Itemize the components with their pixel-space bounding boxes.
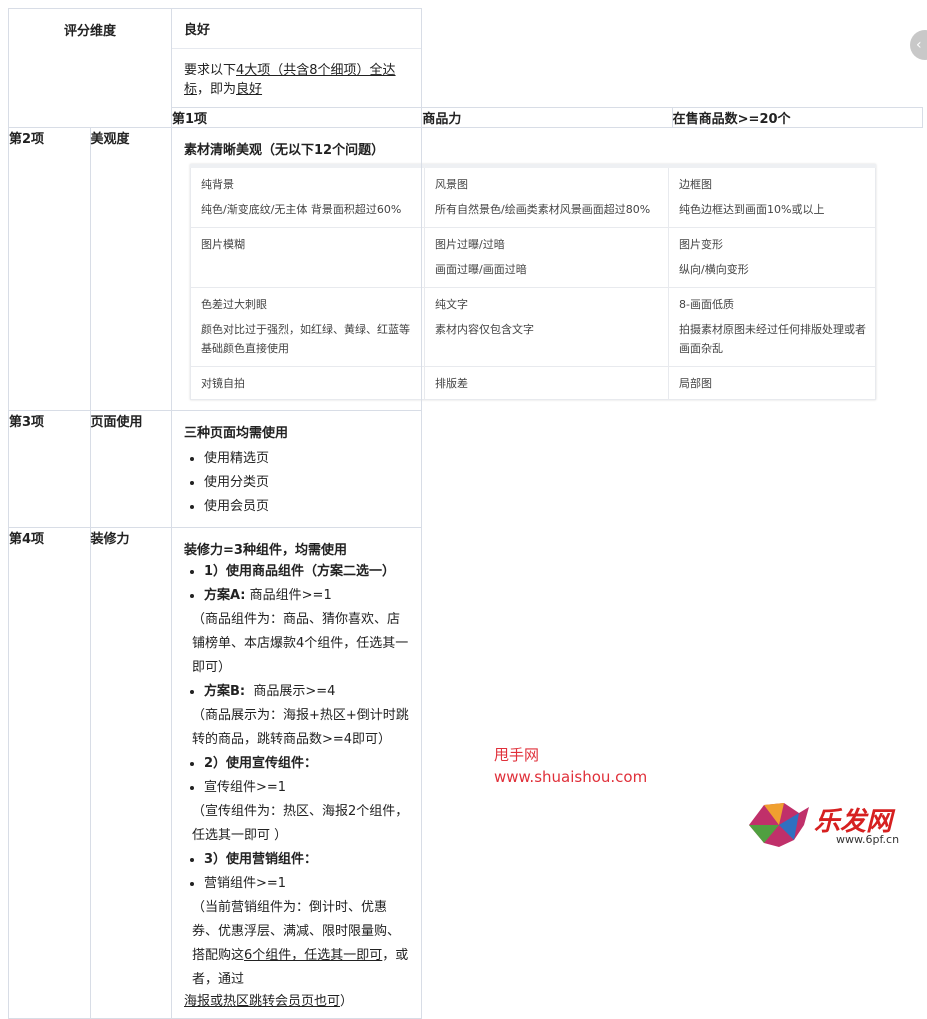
problem-cell: 图片模糊	[190, 227, 425, 288]
marketing-note-cont: 海报或热区跳转会员页也可）	[184, 994, 354, 1009]
list-item: 方案B: 商品展示>=4	[204, 680, 409, 704]
problem-cell: 图片变形 纵向/横向变形	[668, 227, 876, 288]
table-row: 第4项 装修力 装修力=3种组件，均需使用 1）使用商品组件（方案二选一） 方案…	[8, 527, 923, 1019]
header-grade-cell: 良好 要求以下4大项（共含8个细项）全达标，即为良好	[170, 8, 423, 108]
marketing-note: （当前营销组件为：倒计时、优惠券、优惠浮层、满减、限时限量购、搭配购这6个组件，…	[192, 900, 409, 987]
problem-cell: 图片过曝/过暗 画面过曝/画面过暗	[424, 227, 669, 288]
table-row: 第3项 页面使用 三种页面均需使用 使用精选页 使用分类页 使用会员页	[8, 410, 923, 528]
problem-cell: 对镜自拍	[190, 366, 425, 400]
logo-watermark: 乐发网 www.6pf.cn	[744, 795, 919, 853]
row-id: 第2项	[8, 127, 91, 411]
problem-cell: 风景图 所有自然景色/绘画类素材风景画面超过80%	[424, 165, 669, 228]
row-name: 装修力	[89, 527, 172, 1019]
deco-title: 装修力=3种组件，均需使用	[184, 543, 347, 558]
table-row: 第2项 美观度 素材清晰美观（无以下12个问题） 纯背景 纯色/渐变底纹/无主体 …	[8, 127, 923, 411]
list-item: 营销组件>=1	[204, 872, 409, 896]
problem-image-table: 纯背景 纯色/渐变底纹/无主体 背景面积超过60% 风景图 所有自然景色/绘画类素材…	[190, 164, 876, 400]
requirement-text: 要求以下4大项（共含8个细项）全达标，即为良好	[184, 63, 396, 97]
logo-url: www.6pf.cn	[836, 833, 900, 846]
promo-note: （宣传组件为：热区、海报2个组件，任选其一即可 ）	[192, 804, 409, 843]
deco-list-1: 1）使用商品组件（方案二选一） 方案A: 商品组件>=1	[184, 560, 409, 608]
list-item: 2）使用宣传组件：	[204, 752, 409, 776]
deco-list-3: 2）使用宣传组件： 宣传组件>=1	[184, 752, 409, 800]
list-item: 3）使用营销组件：	[204, 848, 409, 872]
list-item: 使用会员页	[204, 495, 409, 519]
grade-label: 良好	[172, 9, 422, 49]
list-item: 使用分类页	[204, 471, 409, 495]
row-id: 第1项	[170, 107, 423, 128]
row-id: 第4项	[8, 527, 91, 1019]
row-name: 页面使用	[89, 410, 172, 528]
deco-list-4: 3）使用营销组件： 营销组件>=1	[184, 848, 409, 896]
header-dimension-label: 评分维度	[63, 24, 116, 39]
header-dimension-cell: 评分维度	[8, 8, 172, 128]
watermark-text: 甩手网 www.shuaishou.com	[494, 746, 648, 786]
deco-list-2: 方案B: 商品展示>=4	[184, 680, 409, 704]
problem-cell: 8-画面低质 拍摄素材原图未经过任何排版处理或者画面杂乱	[668, 287, 876, 367]
problem-cell: 边框图 纯色边框达到画面10%或以上	[668, 165, 876, 228]
plan-a-note: （商品组件为：商品、猜你喜欢、店铺榜单、本店爆款4个组件，任选其一即可）	[192, 612, 409, 675]
problem-cell: 排版差	[424, 366, 669, 400]
list-item: 使用精选页	[204, 447, 409, 471]
list-item: 宣传组件>=1	[204, 776, 409, 800]
chevron-icon: ‹	[916, 37, 922, 53]
row-name: 商品力	[421, 107, 673, 128]
bull-logo-icon	[749, 803, 809, 847]
problem-cell: 纯背景 纯色/渐变底纹/无主体 背景面积超过60%	[190, 165, 425, 228]
problem-cell: 色差过大刺眼 颜色对比过于强烈，如红绿、黄绿、红蓝等基础颜色直接使用	[190, 287, 425, 367]
row-content: 在售商品数>=20个	[671, 107, 924, 128]
problem-cell: 局部图	[668, 366, 876, 400]
pages-title: 三种页面均需使用	[184, 426, 289, 441]
row-content: 三种页面均需使用 使用精选页 使用分类页 使用会员页	[170, 410, 423, 528]
plan-b-note: （商品展示为：海报+热区+倒计时跳转的商品，跳转商品数>=4即可）	[192, 708, 409, 747]
row-content: 装修力=3种组件，均需使用 1）使用商品组件（方案二选一） 方案A: 商品组件>…	[170, 527, 423, 1019]
list-item: 方案A: 商品组件>=1	[204, 584, 409, 608]
list-item: 1）使用商品组件（方案二选一）	[204, 560, 409, 584]
aesthetic-title: 素材清晰美观（无以下12个问题）	[184, 143, 385, 158]
row-name: 美观度	[89, 127, 172, 411]
row-content: 素材清晰美观（无以下12个问题） 纯背景 纯色/渐变底纹/无主体 背景面积超过60…	[170, 127, 876, 411]
problem-cell: 纯文字 素材内容仅包含文字	[424, 287, 669, 367]
rating-table: 评分维度 良好 要求以下4大项（共含8个细项）全达标，即为良好 第1项 商品力 …	[8, 8, 924, 1019]
pages-list: 使用精选页 使用分类页 使用会员页	[184, 447, 409, 519]
row-id: 第3项	[8, 410, 91, 528]
